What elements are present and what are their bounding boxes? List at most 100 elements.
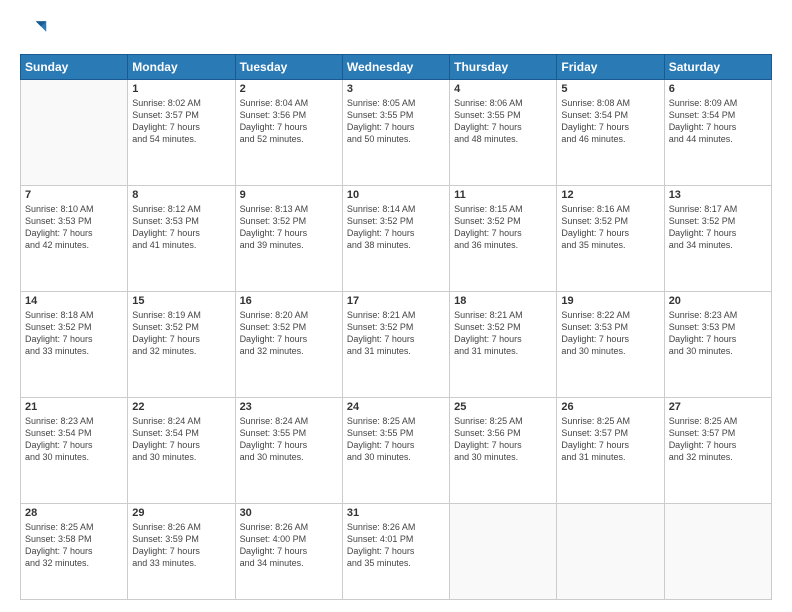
calendar-cell: 21 Sunrise: 8:23 AM Sunset: 3:54 PM Dayli… <box>21 397 128 503</box>
day-number: 19 <box>561 295 659 307</box>
page: SundayMondayTuesdayWednesdayThursdayFrid… <box>0 0 792 612</box>
day-info: Sunrise: 8:23 AM Sunset: 3:53 PM Dayligh… <box>669 309 767 358</box>
calendar-cell <box>557 503 664 599</box>
calendar-cell: 13Sunrise: 8:17 AM Sunset: 3:52 PM Dayli… <box>664 185 771 291</box>
day-number: 4 <box>454 83 552 95</box>
calendar-cell: 8Sunrise: 8:12 AM Sunset: 3:53 PM Daylig… <box>128 185 235 291</box>
calendar-week-4: 21 Sunrise: 8:23 AM Sunset: 3:54 PM Dayli… <box>21 397 772 503</box>
calendar-header-thursday: Thursday <box>450 55 557 80</box>
calendar-cell: 28 Sunrise: 8:25 AM Sunset: 3:58 PM Dayli… <box>21 503 128 599</box>
day-number: 28 <box>25 507 123 519</box>
day-info: Sunrise: 8:22 AM Sunset: 3:53 PM Dayligh… <box>561 309 659 358</box>
calendar-cell: 3Sunrise: 8:05 AM Sunset: 3:55 PM Daylig… <box>342 80 449 186</box>
day-number: 6 <box>669 83 767 95</box>
calendar-cell: 17 Sunrise: 8:21 AM Sunset: 3:52 PM Dayli… <box>342 291 449 397</box>
day-info: Sunrise: 8:17 AM Sunset: 3:52 PM Dayligh… <box>669 203 767 252</box>
day-info: Sunrise: 8:20 AM Sunset: 3:52 PM Dayligh… <box>240 309 338 358</box>
calendar-week-5: 28 Sunrise: 8:25 AM Sunset: 3:58 PM Dayli… <box>21 503 772 599</box>
day-number: 20 <box>669 295 767 307</box>
calendar-cell: 6 Sunrise: 8:09 AM Sunset: 3:54 PM Daylig… <box>664 80 771 186</box>
day-info: Sunrise: 8:21 AM Sunset: 3:52 PM Dayligh… <box>347 309 445 358</box>
calendar-header-friday: Friday <box>557 55 664 80</box>
day-info: Sunrise: 8:23 AM Sunset: 3:54 PM Dayligh… <box>25 415 123 464</box>
day-number: 8 <box>132 189 230 201</box>
day-info: Sunrise: 8:08 AM Sunset: 3:54 PM Dayligh… <box>561 97 659 146</box>
day-info: Sunrise: 8:25 AM Sunset: 3:57 PM Dayligh… <box>669 415 767 464</box>
day-info: Sunrise: 8:13 AM Sunset: 3:52 PM Dayligh… <box>240 203 338 252</box>
day-number: 24 <box>347 401 445 413</box>
day-info: Sunrise: 8:24 AM Sunset: 3:55 PM Dayligh… <box>240 415 338 464</box>
day-number: 11 <box>454 189 552 201</box>
day-number: 10 <box>347 189 445 201</box>
day-info: Sunrise: 8:14 AM Sunset: 3:52 PM Dayligh… <box>347 203 445 252</box>
calendar-cell <box>664 503 771 599</box>
calendar-cell: 27 Sunrise: 8:25 AM Sunset: 3:57 PM Dayli… <box>664 397 771 503</box>
day-info: Sunrise: 8:21 AM Sunset: 3:52 PM Dayligh… <box>454 309 552 358</box>
day-number: 5 <box>561 83 659 95</box>
calendar-cell: 7 Sunrise: 8:10 AM Sunset: 3:53 PM Daylig… <box>21 185 128 291</box>
day-number: 30 <box>240 507 338 519</box>
calendar-week-2: 7 Sunrise: 8:10 AM Sunset: 3:53 PM Daylig… <box>21 185 772 291</box>
header <box>20 16 772 44</box>
calendar-cell: 18Sunrise: 8:21 AM Sunset: 3:52 PM Dayli… <box>450 291 557 397</box>
day-info: Sunrise: 8:24 AM Sunset: 3:54 PM Dayligh… <box>132 415 230 464</box>
day-number: 27 <box>669 401 767 413</box>
calendar-cell: 30 Sunrise: 8:26 AM Sunset: 4:00 PM Dayli… <box>235 503 342 599</box>
day-number: 1 <box>132 83 230 95</box>
day-info: Sunrise: 8:18 AM Sunset: 3:52 PM Dayligh… <box>25 309 123 358</box>
day-info: Sunrise: 8:25 AM Sunset: 3:55 PM Dayligh… <box>347 415 445 464</box>
calendar-table: SundayMondayTuesdayWednesdayThursdayFrid… <box>20 54 772 600</box>
day-number: 26 <box>561 401 659 413</box>
calendar-cell: 20 Sunrise: 8:23 AM Sunset: 3:53 PM Dayli… <box>664 291 771 397</box>
day-info: Sunrise: 8:25 AM Sunset: 3:57 PM Dayligh… <box>561 415 659 464</box>
calendar-header-tuesday: Tuesday <box>235 55 342 80</box>
day-number: 12 <box>561 189 659 201</box>
calendar-cell: 19 Sunrise: 8:22 AM Sunset: 3:53 PM Dayli… <box>557 291 664 397</box>
day-number: 17 <box>347 295 445 307</box>
day-info: Sunrise: 8:16 AM Sunset: 3:52 PM Dayligh… <box>561 203 659 252</box>
day-info: Sunrise: 8:06 AM Sunset: 3:55 PM Dayligh… <box>454 97 552 146</box>
calendar-week-1: 1Sunrise: 8:02 AM Sunset: 3:57 PM Daylig… <box>21 80 772 186</box>
day-info: Sunrise: 8:26 AM Sunset: 4:01 PM Dayligh… <box>347 521 445 570</box>
calendar-cell: 24 Sunrise: 8:25 AM Sunset: 3:55 PM Dayli… <box>342 397 449 503</box>
calendar-cell: 1Sunrise: 8:02 AM Sunset: 3:57 PM Daylig… <box>128 80 235 186</box>
day-info: Sunrise: 8:26 AM Sunset: 4:00 PM Dayligh… <box>240 521 338 570</box>
calendar-cell: 31 Sunrise: 8:26 AM Sunset: 4:01 PM Dayli… <box>342 503 449 599</box>
day-number: 16 <box>240 295 338 307</box>
day-info: Sunrise: 8:19 AM Sunset: 3:52 PM Dayligh… <box>132 309 230 358</box>
calendar-cell: 9 Sunrise: 8:13 AM Sunset: 3:52 PM Daylig… <box>235 185 342 291</box>
logo <box>20 16 52 44</box>
day-number: 23 <box>240 401 338 413</box>
day-number: 9 <box>240 189 338 201</box>
day-info: Sunrise: 8:10 AM Sunset: 3:53 PM Dayligh… <box>25 203 123 252</box>
calendar-cell <box>21 80 128 186</box>
day-number: 2 <box>240 83 338 95</box>
calendar-cell: 10 Sunrise: 8:14 AM Sunset: 3:52 PM Dayli… <box>342 185 449 291</box>
calendar-cell: 15Sunrise: 8:19 AM Sunset: 3:52 PM Dayli… <box>128 291 235 397</box>
day-number: 25 <box>454 401 552 413</box>
day-info: Sunrise: 8:09 AM Sunset: 3:54 PM Dayligh… <box>669 97 767 146</box>
day-number: 7 <box>25 189 123 201</box>
calendar-header-monday: Monday <box>128 55 235 80</box>
calendar-cell: 23 Sunrise: 8:24 AM Sunset: 3:55 PM Dayli… <box>235 397 342 503</box>
day-number: 22 <box>132 401 230 413</box>
calendar-cell <box>450 503 557 599</box>
calendar-header-row: SundayMondayTuesdayWednesdayThursdayFrid… <box>21 55 772 80</box>
day-number: 31 <box>347 507 445 519</box>
calendar-week-3: 14Sunrise: 8:18 AM Sunset: 3:52 PM Dayli… <box>21 291 772 397</box>
calendar-cell: 29Sunrise: 8:26 AM Sunset: 3:59 PM Dayli… <box>128 503 235 599</box>
calendar-cell: 16 Sunrise: 8:20 AM Sunset: 3:52 PM Dayli… <box>235 291 342 397</box>
calendar-cell: 5 Sunrise: 8:08 AM Sunset: 3:54 PM Daylig… <box>557 80 664 186</box>
day-info: Sunrise: 8:25 AM Sunset: 3:58 PM Dayligh… <box>25 521 123 570</box>
logo-icon <box>20 16 48 44</box>
calendar-cell: 14Sunrise: 8:18 AM Sunset: 3:52 PM Dayli… <box>21 291 128 397</box>
calendar-cell: 4 Sunrise: 8:06 AM Sunset: 3:55 PM Daylig… <box>450 80 557 186</box>
day-info: Sunrise: 8:26 AM Sunset: 3:59 PM Dayligh… <box>132 521 230 570</box>
day-number: 21 <box>25 401 123 413</box>
day-info: Sunrise: 8:05 AM Sunset: 3:55 PM Dayligh… <box>347 97 445 146</box>
calendar-cell: 26 Sunrise: 8:25 AM Sunset: 3:57 PM Dayli… <box>557 397 664 503</box>
calendar-header-wednesday: Wednesday <box>342 55 449 80</box>
calendar-cell: 12 Sunrise: 8:16 AM Sunset: 3:52 PM Dayli… <box>557 185 664 291</box>
calendar-header-sunday: Sunday <box>21 55 128 80</box>
calendar-cell: 11Sunrise: 8:15 AM Sunset: 3:52 PM Dayli… <box>450 185 557 291</box>
